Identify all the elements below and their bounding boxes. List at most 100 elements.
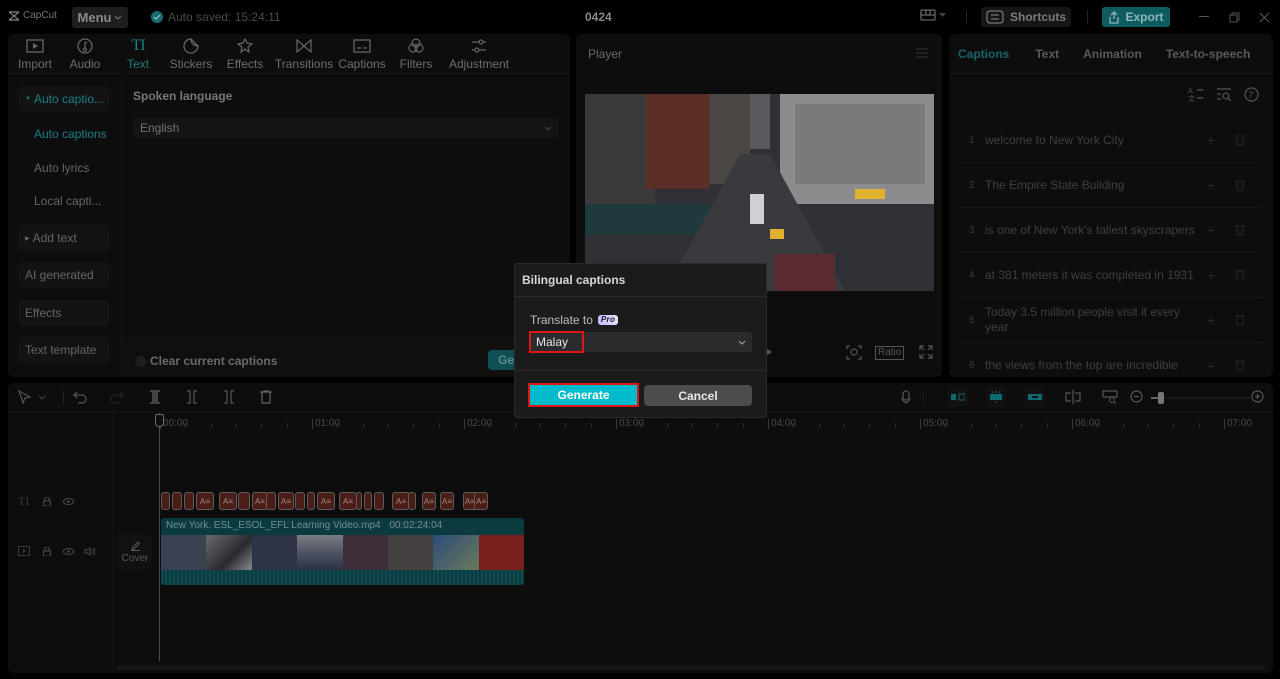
caption-text[interactable]: is one of New York's tallest skyscrapers	[985, 223, 1195, 238]
video-preview[interactable]	[585, 94, 934, 291]
delete-button[interactable]	[260, 390, 272, 404]
linkage-button[interactable]	[1025, 387, 1045, 407]
tab-captions[interactable]: Captions	[336, 34, 388, 73]
tab-import[interactable]: Import	[12, 34, 58, 73]
layout-button[interactable]	[920, 9, 946, 21]
text-clip[interactable]	[364, 492, 372, 510]
add-caption-icon[interactable]: +	[1207, 267, 1215, 283]
tab-transitions[interactable]: Transitions	[272, 34, 336, 73]
add-caption-icon[interactable]: +	[1207, 312, 1215, 328]
text-clip[interactable]	[356, 492, 362, 510]
caption-row[interactable]: 3 is one of New York's tallest skyscrape…	[959, 208, 1263, 253]
text-clip[interactable]	[307, 492, 315, 510]
close-button[interactable]	[1257, 10, 1271, 24]
text-clip[interactable]: A≡	[440, 492, 454, 510]
spoken-language-select[interactable]: English	[133, 118, 558, 138]
subnav-add-text[interactable]: ▶ Add text	[19, 225, 109, 251]
delete-caption-icon[interactable]	[1235, 315, 1245, 326]
text-clip[interactable]	[266, 492, 276, 510]
zoom-fit-button[interactable]	[1102, 390, 1118, 404]
caption-row[interactable]: 6 the views from the top are incredible …	[959, 343, 1263, 377]
tab-audio[interactable]: Audio	[58, 34, 112, 73]
player-menu-button[interactable]	[916, 48, 928, 58]
subnav-ai-generated[interactable]: AI generated	[19, 262, 109, 288]
mute-track-button[interactable]	[81, 543, 97, 559]
add-caption-icon[interactable]: +	[1207, 132, 1215, 148]
subnav-auto-captions[interactable]: Auto captions	[19, 121, 109, 147]
text-clip[interactable]: A≡	[196, 492, 214, 510]
caption-row[interactable]: 5 Today 3.5 million people visit it ever…	[959, 298, 1263, 343]
maximize-button[interactable]	[1227, 10, 1241, 24]
text-clip[interactable]: A≡	[474, 492, 488, 510]
caption-text[interactable]: Today 3.5 million people visit it every …	[985, 305, 1195, 335]
export-button[interactable]: Export	[1102, 7, 1170, 27]
ratio-button[interactable]: Ratio	[875, 346, 905, 360]
target-language-select[interactable]: Malay	[529, 330, 752, 353]
text-clip[interactable]	[184, 492, 194, 510]
tab-captions[interactable]: Captions	[958, 34, 1009, 73]
add-caption-icon[interactable]: +	[1207, 222, 1215, 238]
zoom-preview-button[interactable]	[846, 345, 862, 360]
subnav-auto-lyrics[interactable]: Auto lyrics	[19, 155, 109, 181]
text-clip[interactable]	[374, 492, 384, 510]
auto-snap-button[interactable]	[986, 387, 1006, 407]
zoom-slider[interactable]	[1151, 392, 1251, 404]
caption-text[interactable]: welcome to New York City	[985, 133, 1195, 148]
text-clip[interactable]	[408, 492, 416, 510]
text-clip[interactable]: A≡	[422, 492, 436, 510]
shortcuts-button[interactable]: Shortcuts	[981, 7, 1071, 27]
timeline-scrollbar[interactable]	[116, 665, 1266, 670]
undo-button[interactable]	[73, 390, 87, 404]
playhead[interactable]	[159, 413, 160, 661]
delete-right-button[interactable]	[222, 390, 236, 404]
add-caption-icon[interactable]: +	[1207, 177, 1215, 193]
help-button[interactable]: ?	[1244, 86, 1259, 102]
preview-axis-button[interactable]	[1065, 390, 1081, 404]
text-clip[interactable]: A≡	[278, 492, 294, 510]
tab-effects[interactable]: Effects	[218, 34, 272, 73]
cover-button[interactable]: Cover	[118, 534, 152, 570]
playhead-handle[interactable]	[155, 414, 164, 427]
cancel-button[interactable]: Cancel	[644, 385, 752, 406]
search-captions-button[interactable]	[1216, 87, 1232, 101]
text-clip[interactable]: A≡	[339, 492, 357, 510]
text-clip[interactable]	[161, 492, 170, 510]
subnav-local-captions[interactable]: Local capti...	[19, 188, 109, 214]
clear-captions-checkbox[interactable]: Clear current captions	[135, 354, 277, 368]
text-clip[interactable]	[238, 492, 250, 510]
hide-track-button[interactable]	[60, 543, 76, 559]
add-caption-icon[interactable]: +	[1207, 358, 1215, 374]
subnav-auto-captions-group[interactable]: ▼ Auto captio...	[19, 86, 109, 112]
tab-stickers[interactable]: Stickers	[164, 34, 218, 73]
text-clip[interactable]: A≡	[317, 492, 335, 510]
subnav-text-template[interactable]: Text template	[19, 337, 109, 363]
caption-text[interactable]: the views from the top are incredible	[985, 358, 1195, 373]
tab-adjustment[interactable]: Adjustment	[444, 34, 514, 73]
translate-sort-button[interactable]: A文	[1188, 86, 1204, 102]
delete-left-button[interactable]	[185, 390, 199, 404]
caption-text[interactable]: The Empire State Building	[985, 178, 1195, 193]
text-clip[interactable]	[172, 492, 182, 510]
caption-row[interactable]: 2 The Empire State Building +	[959, 163, 1263, 208]
zoom-slider-handle[interactable]	[1158, 392, 1164, 404]
minimize-button[interactable]	[1197, 10, 1211, 24]
lock-track-button[interactable]	[39, 543, 55, 559]
tab-text[interactable]: TI Text	[112, 34, 164, 73]
zoom-out-button[interactable]	[1130, 390, 1143, 403]
text-clip[interactable]: A≡	[219, 492, 237, 510]
video-clip[interactable]: New York. ESL_ESOL_EFL Learning Video.mp…	[161, 518, 524, 585]
delete-caption-icon[interactable]	[1235, 270, 1245, 281]
main-track-magnet-button[interactable]	[948, 387, 968, 407]
redo-button[interactable]	[110, 390, 124, 404]
menu-button[interactable]: Menu	[72, 7, 128, 28]
delete-caption-icon[interactable]	[1235, 135, 1245, 146]
fullscreen-button[interactable]	[919, 345, 933, 359]
delete-caption-icon[interactable]	[1235, 180, 1245, 191]
lock-track-button[interactable]	[39, 493, 55, 509]
caption-row[interactable]: 4 at 381 meters it was completed in 1931…	[959, 253, 1263, 298]
tab-filters[interactable]: Filters	[388, 34, 444, 73]
hide-track-button[interactable]	[60, 493, 76, 509]
delete-caption-icon[interactable]	[1235, 360, 1245, 371]
zoom-in-button[interactable]	[1251, 390, 1264, 403]
split-button[interactable]	[148, 390, 162, 404]
